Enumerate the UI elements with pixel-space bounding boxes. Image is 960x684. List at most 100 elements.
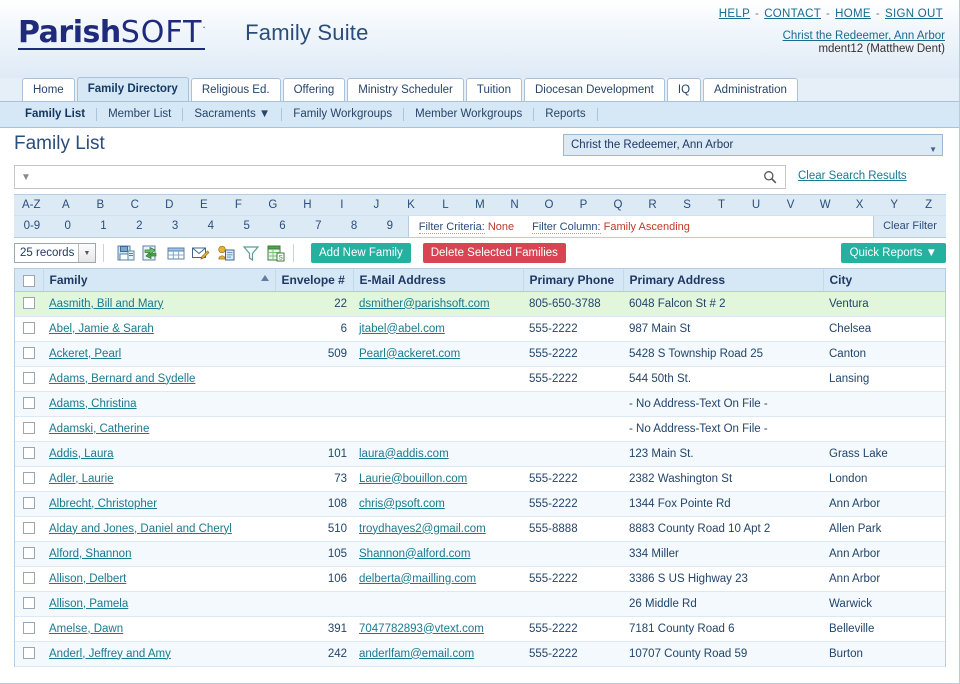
column-header-city[interactable]: City xyxy=(823,269,945,292)
cell-family[interactable]: Anderl, Jeffrey and Amy xyxy=(43,641,275,667)
cell-family[interactable]: Addis, Laura xyxy=(43,441,275,467)
number-key-2[interactable]: 2 xyxy=(121,216,157,237)
row-checkbox[interactable] xyxy=(23,597,35,610)
excel-export-icon[interactable]: S xyxy=(267,245,285,262)
cell-email-link[interactable]: Pearl@ackeret.com xyxy=(359,348,460,360)
tab-ministry-scheduler[interactable]: Ministry Scheduler xyxy=(347,78,464,101)
cell-email[interactable]: laura@addis.com xyxy=(353,441,523,467)
row-checkbox[interactable] xyxy=(23,647,35,660)
cell-family-link[interactable]: Albrecht, Christopher xyxy=(49,498,157,510)
add-new-family-button[interactable]: Add New Family xyxy=(311,243,411,263)
alpha-key-n[interactable]: N xyxy=(497,195,532,215)
row-select-cell[interactable] xyxy=(15,516,43,542)
delete-selected-families-button[interactable]: Delete Selected Families xyxy=(422,243,566,263)
row-select-cell[interactable] xyxy=(15,416,43,442)
row-checkbox[interactable] xyxy=(23,572,35,585)
cell-email-link[interactable]: chris@psoft.com xyxy=(359,498,445,510)
alpha-key-e[interactable]: E xyxy=(187,195,222,215)
cell-family[interactable]: Adamski, Catherine xyxy=(43,416,275,442)
tab-iq[interactable]: IQ xyxy=(666,78,702,101)
row-checkbox[interactable] xyxy=(23,522,35,535)
select-all-header[interactable] xyxy=(15,269,44,292)
subnav-item-member-workgroups[interactable]: Member Workgroups xyxy=(404,108,535,121)
number-key-5[interactable]: 5 xyxy=(229,216,265,237)
cell-email[interactable]: Laurie@bouillon.com xyxy=(353,466,523,492)
alpha-key-k[interactable]: K xyxy=(394,195,429,215)
tab-religious-ed[interactable]: Religious Ed. xyxy=(190,78,281,101)
cell-email[interactable]: Shannon@alford.com xyxy=(353,541,523,567)
search-input[interactable] xyxy=(36,170,763,184)
table-row[interactable]: Abel, Jamie & Sarah 6 jtabel@abel.com 555-2… xyxy=(15,316,945,342)
cell-family[interactable]: Adams, Bernard and Sydelle xyxy=(43,366,275,392)
cell-email-link[interactable]: laura@addis.com xyxy=(359,448,449,460)
cell-email-link[interactable]: 7047782893@vtext.com xyxy=(359,623,484,635)
home-link[interactable]: HOME xyxy=(835,8,871,20)
number-key-8[interactable]: 8 xyxy=(336,216,372,237)
export-refresh-icon[interactable] xyxy=(142,245,160,262)
cell-email-link[interactable]: Laurie@bouillon.com xyxy=(359,473,467,485)
table-row[interactable]: Aasmith, Bill and Mary 22 dsmither@parishs… xyxy=(15,291,945,317)
cell-email[interactable]: jtabel@abel.com xyxy=(353,316,523,342)
alpha-key-s[interactable]: S xyxy=(670,195,705,215)
table-row[interactable]: Adler, Laurie 73 Laurie@bouillon.com 555-22… xyxy=(15,466,945,492)
select-all-checkbox[interactable] xyxy=(22,274,35,287)
subnav-item-family-list[interactable]: Family List xyxy=(14,108,98,121)
row-select-cell[interactable] xyxy=(15,491,43,517)
save-icon[interactable] xyxy=(117,245,135,262)
column-header-envelope[interactable]: Envelope # xyxy=(275,269,354,292)
subnav-item-reports[interactable]: Reports xyxy=(534,108,598,121)
row-select-cell[interactable] xyxy=(15,391,43,417)
alpha-key-j[interactable]: J xyxy=(359,195,394,215)
row-checkbox[interactable] xyxy=(23,372,35,385)
cell-family-link[interactable]: Allison, Pamela xyxy=(49,598,128,610)
alpha-key-m[interactable]: M xyxy=(463,195,498,215)
cell-email[interactable]: dsmither@parishsoft.com xyxy=(353,291,523,317)
row-select-cell[interactable] xyxy=(15,441,43,467)
row-select-cell[interactable] xyxy=(15,291,43,317)
number-key-4[interactable]: 4 xyxy=(193,216,229,237)
cell-email[interactable]: Pearl@ackeret.com xyxy=(353,341,523,367)
records-per-page-select[interactable]: 25 records ▼ xyxy=(14,243,96,263)
tab-home[interactable]: Home xyxy=(22,78,75,101)
cell-family-link[interactable]: Adams, Bernard and Sydelle xyxy=(49,373,195,385)
number-key-0[interactable]: 0 xyxy=(50,216,86,237)
cell-family[interactable]: Allison, Delbert xyxy=(43,566,275,592)
cell-family[interactable]: Alday and Jones, Daniel and Cheryl xyxy=(43,516,275,542)
table-row[interactable]: Allison, Pamela 26 Middle Rd Warwick xyxy=(15,591,945,617)
cell-family[interactable]: Abel, Jamie & Sarah xyxy=(43,316,275,342)
alpha-key-t[interactable]: T xyxy=(704,195,739,215)
alpha-key-g[interactable]: G xyxy=(256,195,291,215)
number-key-6[interactable]: 6 xyxy=(265,216,301,237)
quick-reports-button[interactable]: Quick Reports ▼ xyxy=(840,243,946,263)
number-key-3[interactable]: 3 xyxy=(157,216,193,237)
table-row[interactable]: Adamski, Catherine - No Address-Text On F… xyxy=(15,416,945,442)
alpha-key-v[interactable]: V xyxy=(773,195,808,215)
row-select-cell[interactable] xyxy=(15,541,43,567)
search-icon[interactable] xyxy=(763,170,777,184)
alpha-key-x[interactable]: X xyxy=(842,195,877,215)
row-select-cell[interactable] xyxy=(15,316,43,342)
contact-card-icon[interactable] xyxy=(217,245,235,262)
cell-family-link[interactable]: Ackeret, Pearl xyxy=(49,348,121,360)
subnav-item-family-workgroups[interactable]: Family Workgroups xyxy=(282,108,405,121)
cell-family[interactable]: Albrecht, Christopher xyxy=(43,491,275,517)
tab-tuition[interactable]: Tuition xyxy=(465,78,522,101)
row-checkbox[interactable] xyxy=(23,622,35,635)
mail-merge-icon[interactable] xyxy=(192,245,210,262)
row-select-cell[interactable] xyxy=(15,366,43,392)
cell-email[interactable] xyxy=(353,416,523,442)
cell-email[interactable]: chris@psoft.com xyxy=(353,491,523,517)
row-select-cell[interactable] xyxy=(15,466,43,492)
alpha-key-c[interactable]: C xyxy=(118,195,153,215)
row-checkbox[interactable] xyxy=(23,347,35,360)
organization-link[interactable]: Christ the Redeemer, Ann Arbor xyxy=(783,30,945,42)
row-select-cell[interactable] xyxy=(15,616,43,642)
table-row[interactable]: Alday and Jones, Daniel and Cheryl 510 tro… xyxy=(15,516,945,542)
cell-family-link[interactable]: Addis, Laura xyxy=(49,448,114,460)
row-checkbox[interactable] xyxy=(23,547,35,560)
cell-family-link[interactable]: Alford, Shannon xyxy=(49,548,131,560)
table-row[interactable]: Alford, Shannon 105 Shannon@alford.com 334 … xyxy=(15,541,945,567)
row-checkbox[interactable] xyxy=(23,297,35,310)
cell-email-link[interactable]: delberta@mailling.com xyxy=(359,573,476,585)
cell-email-link[interactable]: troydhayes2@gmail.com xyxy=(359,523,486,535)
